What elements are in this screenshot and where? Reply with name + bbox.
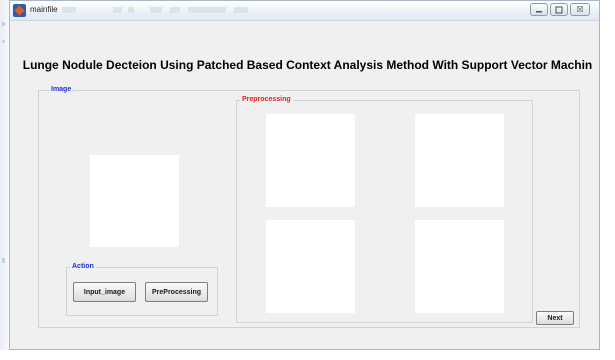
preprocess-axes-bottom-right xyxy=(415,220,504,313)
next-button[interactable]: Next xyxy=(536,311,574,325)
preprocess-axes-bottom-left xyxy=(266,220,355,313)
maximize-button[interactable] xyxy=(550,3,568,16)
maximize-icon xyxy=(555,6,563,13)
matlab-app-icon-shape xyxy=(14,5,25,16)
input-image-axes xyxy=(90,155,179,247)
desktop-edge-mark xyxy=(2,22,5,26)
input-image-button[interactable]: Input_image xyxy=(73,282,136,302)
preprocessing-button[interactable]: PreProcessing xyxy=(145,282,208,302)
action-panel-legend: Action xyxy=(70,262,96,272)
image-panel-legend: Image xyxy=(49,85,74,95)
page-title: Lunge Nodule Decteion Using Patched Base… xyxy=(22,58,593,72)
preprocess-axes-top-right xyxy=(415,114,504,207)
window-title: mainfile xyxy=(30,5,58,14)
screen: mainfile ☒ Lunge Nodule Decteion Using P… xyxy=(0,0,615,360)
preprocessing-panel-legend: Preprocessing xyxy=(240,95,293,105)
faded-toolbar-icon xyxy=(188,7,226,13)
faded-toolbar-icon xyxy=(170,7,180,13)
close-icon: ☒ xyxy=(576,4,584,14)
matlab-app-icon xyxy=(13,4,26,17)
close-button[interactable]: ☒ xyxy=(570,3,590,16)
faded-toolbar-icon xyxy=(62,7,76,13)
desktop-bottom xyxy=(0,350,615,360)
desktop-edge-mark xyxy=(2,40,5,43)
faded-toolbar-icon xyxy=(113,7,122,13)
desktop-edge xyxy=(0,0,9,360)
faded-toolbar-icon xyxy=(150,7,162,13)
minimize-icon xyxy=(536,10,542,12)
faded-toolbar-icon xyxy=(234,7,248,13)
desktop-edge-mark xyxy=(2,258,5,263)
preprocess-axes-top-left xyxy=(266,114,355,207)
faded-toolbar-icon xyxy=(128,7,134,13)
title-bar[interactable]: mainfile ☒ xyxy=(10,1,599,21)
minimize-button[interactable] xyxy=(530,3,548,16)
